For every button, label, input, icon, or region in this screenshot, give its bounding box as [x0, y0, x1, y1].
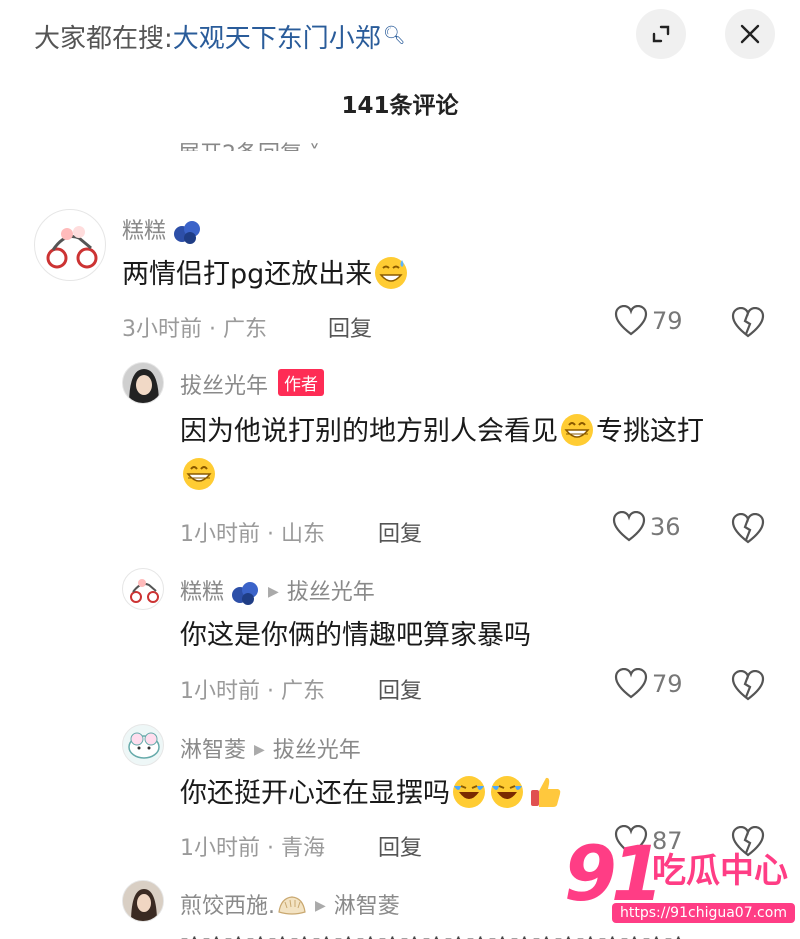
comment-username[interactable]: 糕糕 [122, 213, 202, 245]
broken-heart-icon [731, 669, 765, 701]
reply-arrow-icon: ▶ [268, 584, 279, 600]
comment-count-title: 141条评论 [341, 93, 459, 119]
reply-button[interactable]: 回复 [378, 830, 422, 862]
watermark: 91 吃瓜中心 https://91chigua07.com [560, 829, 800, 935]
dislike-button[interactable] [731, 669, 765, 702]
avatar[interactable] [122, 880, 164, 922]
comment-time-location: 3小时前 · 广东 [122, 317, 267, 342]
avatar[interactable] [122, 724, 164, 766]
watermark-url: https://91chigua07.com [612, 903, 795, 923]
grin-emoji-icon [561, 414, 593, 446]
like-button[interactable]: 36 [612, 510, 681, 543]
search-suggestion-prefix: 大家都在搜: [34, 24, 173, 54]
comment-time-location: 1小时前 · 青海 [180, 836, 325, 861]
heart-icon [612, 510, 646, 542]
comment-text: 你这是你俩的情趣吧算家暴吗 [180, 620, 531, 651]
broken-heart-icon [731, 306, 765, 338]
reply-arrow-icon: ▶ [254, 742, 265, 758]
avatar[interactable] [122, 568, 164, 610]
comment-username[interactable]: 糕糕 ▶ 拔丝光年 [180, 574, 375, 606]
reply-arrow-icon: ▶ [315, 898, 326, 914]
reply-button[interactable]: 回复 [378, 516, 422, 548]
user-photo-icon [123, 881, 163, 921]
expand-replies-label: 展开2条回复 [178, 142, 302, 151]
laughing-crying-emoji-icon [491, 776, 523, 808]
watermark-name: 吃瓜中心 [652, 851, 788, 891]
search-suggestion-term[interactable]: 大观天下东门小郑 [173, 24, 381, 54]
author-badge: 作者 [278, 369, 325, 396]
comment-username[interactable]: 煎饺西施. ▶ 淋智菱 [180, 888, 400, 920]
like-count: 79 [652, 670, 683, 698]
close-button[interactable] [725, 9, 775, 59]
scooter-sticker-icon [46, 226, 98, 269]
like-button[interactable]: 79 [614, 304, 683, 337]
expand-replies-link[interactable]: 展开2条回复 ˅ [178, 129, 320, 151]
dislike-button[interactable] [731, 512, 765, 545]
like-count: 79 [652, 307, 683, 335]
search-suggestion[interactable]: 大家都在搜:大观天下东门小郑 🔍︎ [34, 18, 406, 55]
expand-icon [652, 25, 670, 43]
blueberry-emoji-icon [232, 582, 259, 605]
thumbs-up-emoji-icon [531, 777, 561, 807]
cartoon-avatar-icon [128, 732, 160, 759]
like-count: 36 [650, 513, 681, 541]
chevron-down-icon: ˅ [309, 142, 320, 151]
scooter-sticker-icon [130, 579, 159, 603]
comment-time-location: 1小时前 · 山东 [180, 522, 325, 547]
blueberry-emoji-icon [174, 221, 201, 244]
dislike-button[interactable] [731, 306, 765, 339]
comment-text: 因为他说打别的地方别人会看见 专挑这打 [180, 410, 780, 498]
user-photo-icon [123, 363, 163, 403]
like-button[interactable]: 79 [614, 667, 683, 700]
laughing-crying-emoji-icon [453, 776, 485, 808]
reply-button[interactable]: 回复 [328, 311, 372, 343]
broken-heart-icon [731, 512, 765, 544]
heart-icon [614, 667, 648, 699]
comment-username[interactable]: 淋智菱 ▶ 拔丝光年 [180, 732, 361, 764]
comment-text: 两情侣打pg还放出来 [122, 253, 722, 297]
avatar[interactable] [34, 209, 106, 281]
grin-emoji-icon [183, 458, 215, 490]
comment-username[interactable]: 拔丝光年 作者 [180, 368, 325, 400]
comment-time-location: 1小时前 · 广东 [180, 679, 325, 704]
avatar[interactable] [122, 362, 164, 404]
expand-button[interactable] [636, 9, 686, 59]
comment-text: 你还挺开心还在显摆吗 [180, 772, 780, 816]
top-bar: 大家都在搜:大观天下东门小郑 🔍︎ [0, 0, 800, 78]
dumpling-emoji-icon [278, 896, 306, 915]
reply-button[interactable]: 回复 [378, 673, 422, 705]
heart-icon [614, 304, 648, 336]
close-icon [740, 24, 760, 44]
grin-sweat-emoji-icon [375, 257, 408, 289]
search-icon: 🔍︎ [382, 25, 406, 46]
